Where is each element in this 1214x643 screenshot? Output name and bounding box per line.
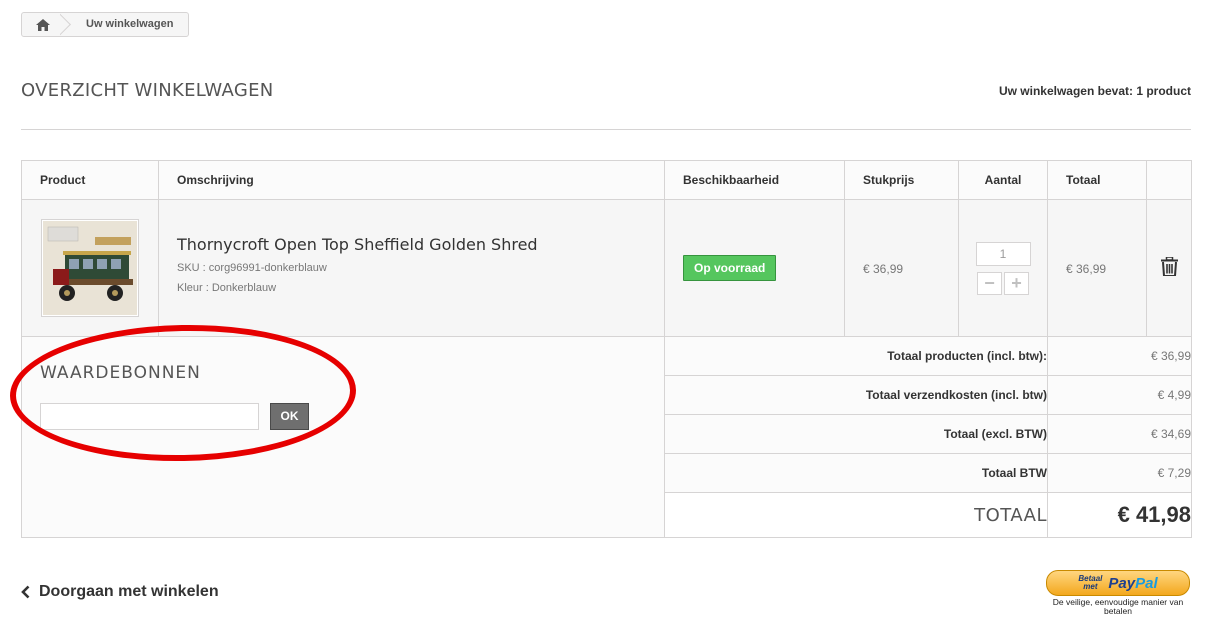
summary-value: € 34,69 bbox=[1047, 414, 1192, 454]
unit-price: € 36,99 bbox=[863, 261, 904, 276]
product-sku: SKU : corg96991-donkerblauw bbox=[177, 261, 327, 274]
quantity-increase-button[interactable]: + bbox=[1004, 271, 1029, 295]
paypal-pay-line2: met bbox=[1083, 582, 1098, 591]
delete-cell bbox=[1146, 199, 1192, 337]
summary-value: € 4,99 bbox=[1047, 375, 1192, 415]
paypal-pay-with: Betaal met bbox=[1078, 575, 1102, 591]
breadcrumb-current: Uw winkelwagen bbox=[86, 18, 174, 30]
line-total: € 36,99 bbox=[1066, 261, 1107, 276]
cart-count: Uw winkelwagen bevat: 1 product bbox=[998, 84, 1191, 98]
home-icon bbox=[36, 18, 50, 31]
trash-icon bbox=[1160, 256, 1178, 277]
quantity-cell: − + bbox=[958, 199, 1048, 337]
line-total-cell: € 36,99 bbox=[1047, 199, 1147, 337]
page-title: OVERZICHT WINKELWAGEN bbox=[21, 80, 274, 101]
breadcrumb: Uw winkelwagen bbox=[21, 12, 189, 37]
header-total: Totaal bbox=[1047, 160, 1147, 200]
summary-value: € 7,29 bbox=[1047, 453, 1192, 493]
header-unit-price: Stukprijs bbox=[844, 160, 959, 200]
paypal-logo-pay: Pay bbox=[1108, 574, 1136, 592]
paypal-pill: Betaal met PayPal bbox=[1046, 570, 1190, 596]
header-description: Omschrijving bbox=[158, 160, 665, 200]
in-stock-badge: Op voorraad bbox=[683, 255, 777, 281]
minus-icon: − bbox=[984, 272, 995, 293]
voucher-code-input[interactable] bbox=[40, 403, 259, 430]
table-row: Thornycroft Open Top Sheffield Golden Sh… bbox=[21, 199, 1192, 337]
paypal-checkout-button[interactable]: Betaal met PayPal De veilige, eenvoudige… bbox=[1046, 570, 1190, 616]
heading-divider bbox=[21, 129, 1191, 130]
summary-value: € 36,99 bbox=[1047, 336, 1192, 376]
voucher-submit-button[interactable]: OK bbox=[270, 403, 309, 430]
product-image-cell bbox=[21, 199, 159, 337]
product-image bbox=[43, 221, 137, 315]
header-product: Product bbox=[21, 160, 159, 200]
summary-label: Totaal producten (incl. btw): bbox=[664, 336, 1048, 376]
paypal-logo: PayPal bbox=[1108, 575, 1157, 592]
breadcrumb-home-link[interactable] bbox=[22, 13, 64, 36]
unit-price-cell: € 36,99 bbox=[844, 199, 959, 337]
summary-label: Totaal verzendkosten (incl. btw) bbox=[664, 375, 1048, 415]
chevron-left-icon bbox=[21, 585, 30, 599]
voucher-section: WAARDEBONNEN OK bbox=[8, 321, 665, 538]
summary-label: Totaal (excl. BTW) bbox=[664, 414, 1048, 454]
paypal-tagline: De veilige, eenvoudige manier van betale… bbox=[1052, 597, 1184, 616]
availability-cell: Op voorraad bbox=[664, 199, 845, 337]
product-color: Kleur : Donkerblauw bbox=[177, 281, 277, 294]
table-header-row: Product Omschrijving Beschikbaarheid Stu… bbox=[21, 160, 1192, 200]
voucher-title: WAARDEBONNEN bbox=[40, 363, 201, 383]
product-thumbnail[interactable] bbox=[41, 219, 139, 317]
quantity-input[interactable] bbox=[975, 241, 1031, 266]
breadcrumb-separator bbox=[60, 13, 82, 36]
grand-total-label: TOTAAL bbox=[664, 492, 1048, 538]
summary-label: Totaal BTW bbox=[664, 453, 1048, 493]
annotation-ellipse bbox=[8, 321, 358, 465]
summary-row: WAARDEBONNEN OK Totaal producten (incl. … bbox=[8, 321, 1192, 538]
plus-icon: + bbox=[1011, 272, 1022, 293]
product-description-cell: Thornycroft Open Top Sheffield Golden Sh… bbox=[158, 199, 665, 337]
quantity-decrease-button[interactable]: − bbox=[977, 271, 1002, 295]
product-name-link[interactable]: Thornycroft Open Top Sheffield Golden Sh… bbox=[177, 235, 664, 254]
paypal-logo-pal: Pal bbox=[1135, 574, 1158, 592]
continue-shopping-label: Doorgaan met winkelen bbox=[39, 583, 219, 600]
grand-total-value: € 41,98 bbox=[1047, 492, 1192, 538]
header-actions bbox=[1146, 160, 1192, 200]
continue-shopping-link[interactable]: Doorgaan met winkelen bbox=[21, 583, 219, 601]
header-quantity: Aantal bbox=[958, 160, 1048, 200]
header-availability: Beschikbaarheid bbox=[664, 160, 845, 200]
cart-table: Product Omschrijving Beschikbaarheid Stu… bbox=[8, 160, 1192, 538]
delete-item-button[interactable] bbox=[1160, 256, 1178, 279]
